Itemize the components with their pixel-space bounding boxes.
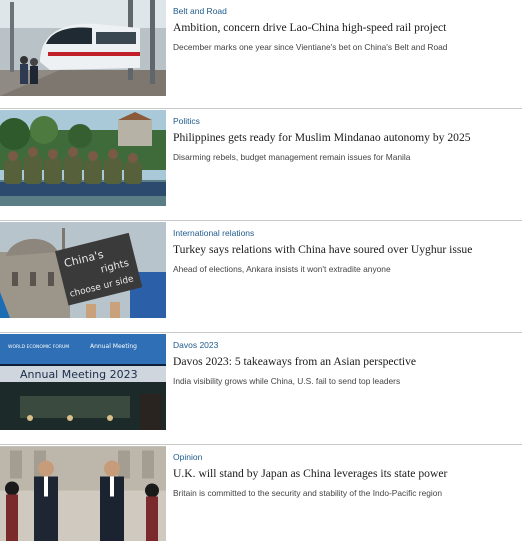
article-summary: December marks one year since Vientiane'… xyxy=(173,42,448,52)
divider xyxy=(0,444,522,445)
annual-meeting-image: WORLD ECONOMIC FORUM Annual Meeting Annu… xyxy=(0,334,166,430)
article-text: Davos 2023 Davos 2023: 5 takeaways from … xyxy=(173,334,521,387)
headline-link[interactable]: Turkey says relations with China have so… xyxy=(173,242,521,257)
category-link[interactable]: Belt and Road xyxy=(173,6,521,17)
category-link[interactable]: Opinion xyxy=(173,452,521,463)
headline-link[interactable]: Philippines gets ready for Muslim Mindan… xyxy=(173,130,521,145)
high-speed-train-image xyxy=(0,0,166,96)
article-item[interactable]: Opinion U.K. will stand by Japan as Chin… xyxy=(0,446,527,544)
category-link[interactable]: International relations xyxy=(173,228,521,239)
category-link[interactable]: Politics xyxy=(173,116,521,127)
annual-meeting-banner-text: Annual Meeting 2023 xyxy=(20,368,138,381)
article-summary: Disarming rebels, budget management rema… xyxy=(173,152,411,162)
article-thumbnail[interactable] xyxy=(0,0,166,96)
headline-link[interactable]: Davos 2023: 5 takeaways from an Asian pe… xyxy=(173,354,521,369)
article-thumbnail[interactable]: China's rights choose ur side xyxy=(0,222,166,318)
article-item[interactable]: WORLD ECONOMIC FORUM Annual Meeting Annu… xyxy=(0,334,527,432)
article-summary: Ahead of elections, Ankara insists it wo… xyxy=(173,264,391,274)
article-thumbnail[interactable] xyxy=(0,110,166,206)
soldiers-on-boat-image xyxy=(0,110,166,206)
article-item[interactable]: Politics Philippines gets ready for Musl… xyxy=(0,110,527,208)
article-text: Politics Philippines gets ready for Musl… xyxy=(173,110,521,163)
article-thumbnail[interactable] xyxy=(0,446,166,541)
article-item[interactable]: Belt and Road Ambition, concern drive La… xyxy=(0,0,527,98)
headline-link[interactable]: U.K. will stand by Japan as China levera… xyxy=(173,466,521,481)
article-item[interactable]: China's rights choose ur side Internatio… xyxy=(0,222,527,320)
wef-logo-text: WORLD ECONOMIC FORUM xyxy=(8,344,69,350)
protest-sign-image: China's rights choose ur side xyxy=(0,222,166,318)
article-thumbnail[interactable]: WORLD ECONOMIC FORUM Annual Meeting Annu… xyxy=(0,334,166,430)
leaders-walking-image xyxy=(0,446,166,541)
article-text: International relations Turkey says rela… xyxy=(173,222,521,275)
headline-link[interactable]: Ambition, concern drive Lao-China high-s… xyxy=(173,20,521,35)
news-feed: Belt and Road Ambition, concern drive La… xyxy=(0,0,527,541)
article-summary: India visibility grows while China, U.S.… xyxy=(173,376,401,386)
wef-logo-subtext: Annual Meeting xyxy=(90,343,137,350)
divider xyxy=(0,220,522,221)
category-link[interactable]: Davos 2023 xyxy=(173,340,521,351)
article-summary: Britain is committed to the security and… xyxy=(173,488,443,498)
article-text: Opinion U.K. will stand by Japan as Chin… xyxy=(173,446,521,499)
divider xyxy=(0,332,522,333)
divider xyxy=(0,108,522,109)
article-text: Belt and Road Ambition, concern drive La… xyxy=(173,0,521,53)
